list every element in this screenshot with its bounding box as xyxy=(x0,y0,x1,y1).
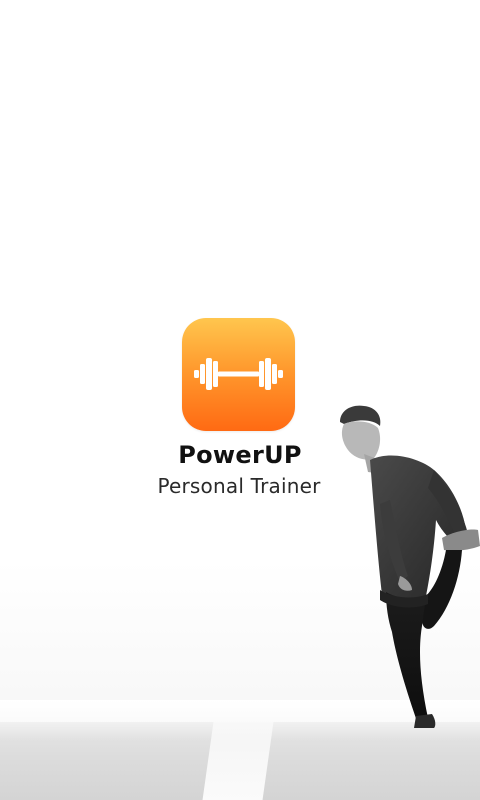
app-logo xyxy=(182,318,295,431)
splash-screen: PowerUP Personal Trainer xyxy=(0,0,480,800)
app-tagline: Personal Trainer xyxy=(157,474,321,498)
dumbbell-icon xyxy=(194,358,283,390)
app-title: PowerUP xyxy=(178,441,302,469)
